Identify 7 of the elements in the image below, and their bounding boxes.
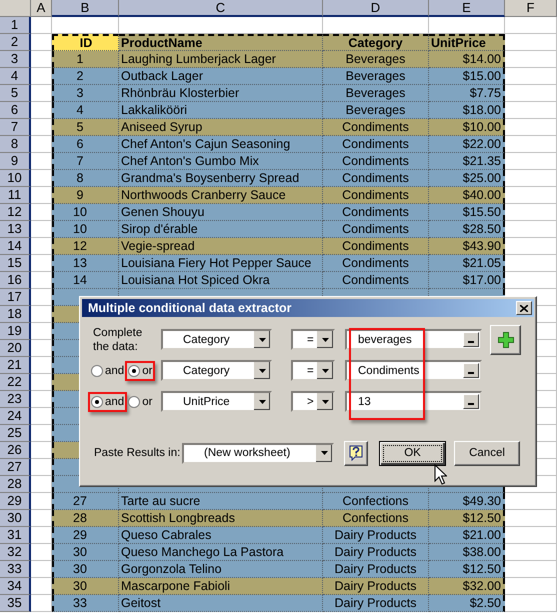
radio-label: and — [105, 396, 124, 408]
radio-label: or — [142, 396, 152, 408]
radio-label: and — [105, 364, 124, 376]
instruction-label: Complete the data: — [92, 326, 144, 354]
dialog-title: Multiple conditional data extractor — [88, 301, 292, 315]
radio-label: or — [142, 364, 152, 376]
field-label: Paste Results in: — [93, 447, 182, 459]
